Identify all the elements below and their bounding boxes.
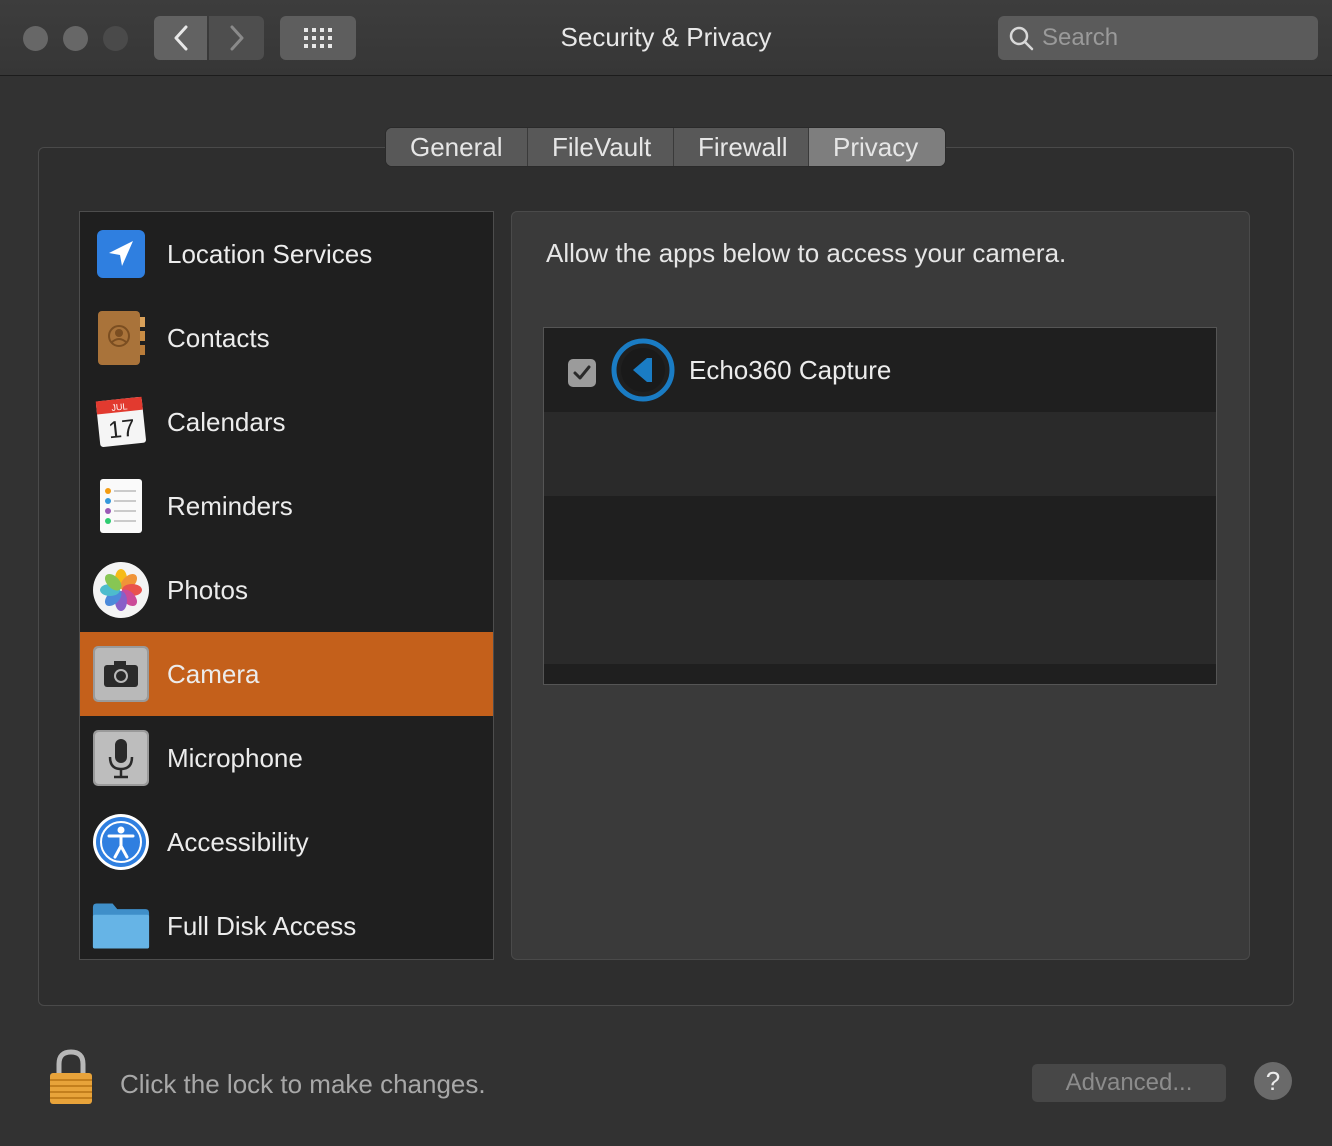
accessibility-icon xyxy=(92,813,150,871)
sidebar-item-label: Microphone xyxy=(167,742,303,773)
sidebar-item-label: Reminders xyxy=(167,490,293,521)
folder-icon xyxy=(92,897,150,955)
sidebar-item-label: Location Services xyxy=(167,238,373,269)
sidebar-item-microphone[interactable]: Microphone xyxy=(80,716,493,800)
empty-row xyxy=(544,496,1216,580)
app-checkbox[interactable] xyxy=(568,359,596,387)
sidebar-item-camera[interactable]: Camera xyxy=(80,632,493,716)
location-arrow-icon xyxy=(92,225,150,283)
calendar-day: 17 xyxy=(107,415,136,445)
contacts-book-icon xyxy=(92,309,150,367)
tab-privacy[interactable]: Privacy xyxy=(809,128,945,166)
list-item[interactable]: Echo360 Capture xyxy=(544,328,1216,412)
help-button[interactable]: ? xyxy=(1254,1062,1292,1100)
empty-row xyxy=(544,412,1216,496)
tab-firewall[interactable]: Firewall xyxy=(674,128,809,166)
microphone-icon xyxy=(92,729,150,787)
sidebar-item-label: Calendars xyxy=(167,406,286,437)
sidebar-item-label: Full Disk Access xyxy=(167,910,357,941)
tab-filevault[interactable]: FileVault xyxy=(528,128,674,166)
reminders-icon xyxy=(92,477,150,535)
empty-row xyxy=(544,664,1216,684)
app-list[interactable]: Echo360 Capture xyxy=(543,327,1217,685)
search-input[interactable] xyxy=(1042,24,1302,52)
tab-general[interactable]: General xyxy=(386,128,528,166)
search-field[interactable] xyxy=(998,16,1318,60)
sidebar-item-full-disk-access[interactable]: Full Disk Access xyxy=(80,884,493,959)
panel-description: Allow the apps below to access your came… xyxy=(546,238,1067,268)
sidebar-item-contacts[interactable]: Contacts xyxy=(80,296,493,380)
camera-icon xyxy=(92,645,150,703)
sidebar-item-label: Contacts xyxy=(167,322,270,353)
privacy-category-list[interactable]: Location Services Contacts JUL 17 Calenda… xyxy=(79,211,494,960)
sidebar-item-label: Photos xyxy=(167,574,248,605)
calendar-month: JUL xyxy=(111,401,128,413)
sidebar-item-label: Camera xyxy=(167,658,260,689)
tab-bar: General FileVault Firewall Privacy xyxy=(386,128,945,166)
echo360-icon xyxy=(611,338,675,402)
lock-icon[interactable] xyxy=(48,1048,94,1106)
empty-row xyxy=(544,580,1216,664)
title-bar: Security & Privacy xyxy=(0,0,1332,76)
lock-status-text: Click the lock to make changes. xyxy=(120,1069,486,1099)
advanced-button[interactable]: Advanced... xyxy=(1032,1064,1226,1102)
sidebar-item-calendars[interactable]: JUL 17 Calendars xyxy=(80,380,493,464)
calendar-icon: JUL 17 xyxy=(92,393,150,451)
sidebar-item-reminders[interactable]: Reminders xyxy=(80,464,493,548)
app-name: Echo360 Capture xyxy=(689,355,892,385)
sidebar-item-accessibility[interactable]: Accessibility xyxy=(80,800,493,884)
sidebar-item-label: Accessibility xyxy=(167,826,309,857)
sidebar-item-photos[interactable]: Photos xyxy=(80,548,493,632)
search-icon xyxy=(1009,26,1034,51)
photos-flower-icon xyxy=(92,561,150,619)
checkmark-icon xyxy=(573,365,591,380)
sidebar-item-location-services[interactable]: Location Services xyxy=(80,212,493,296)
